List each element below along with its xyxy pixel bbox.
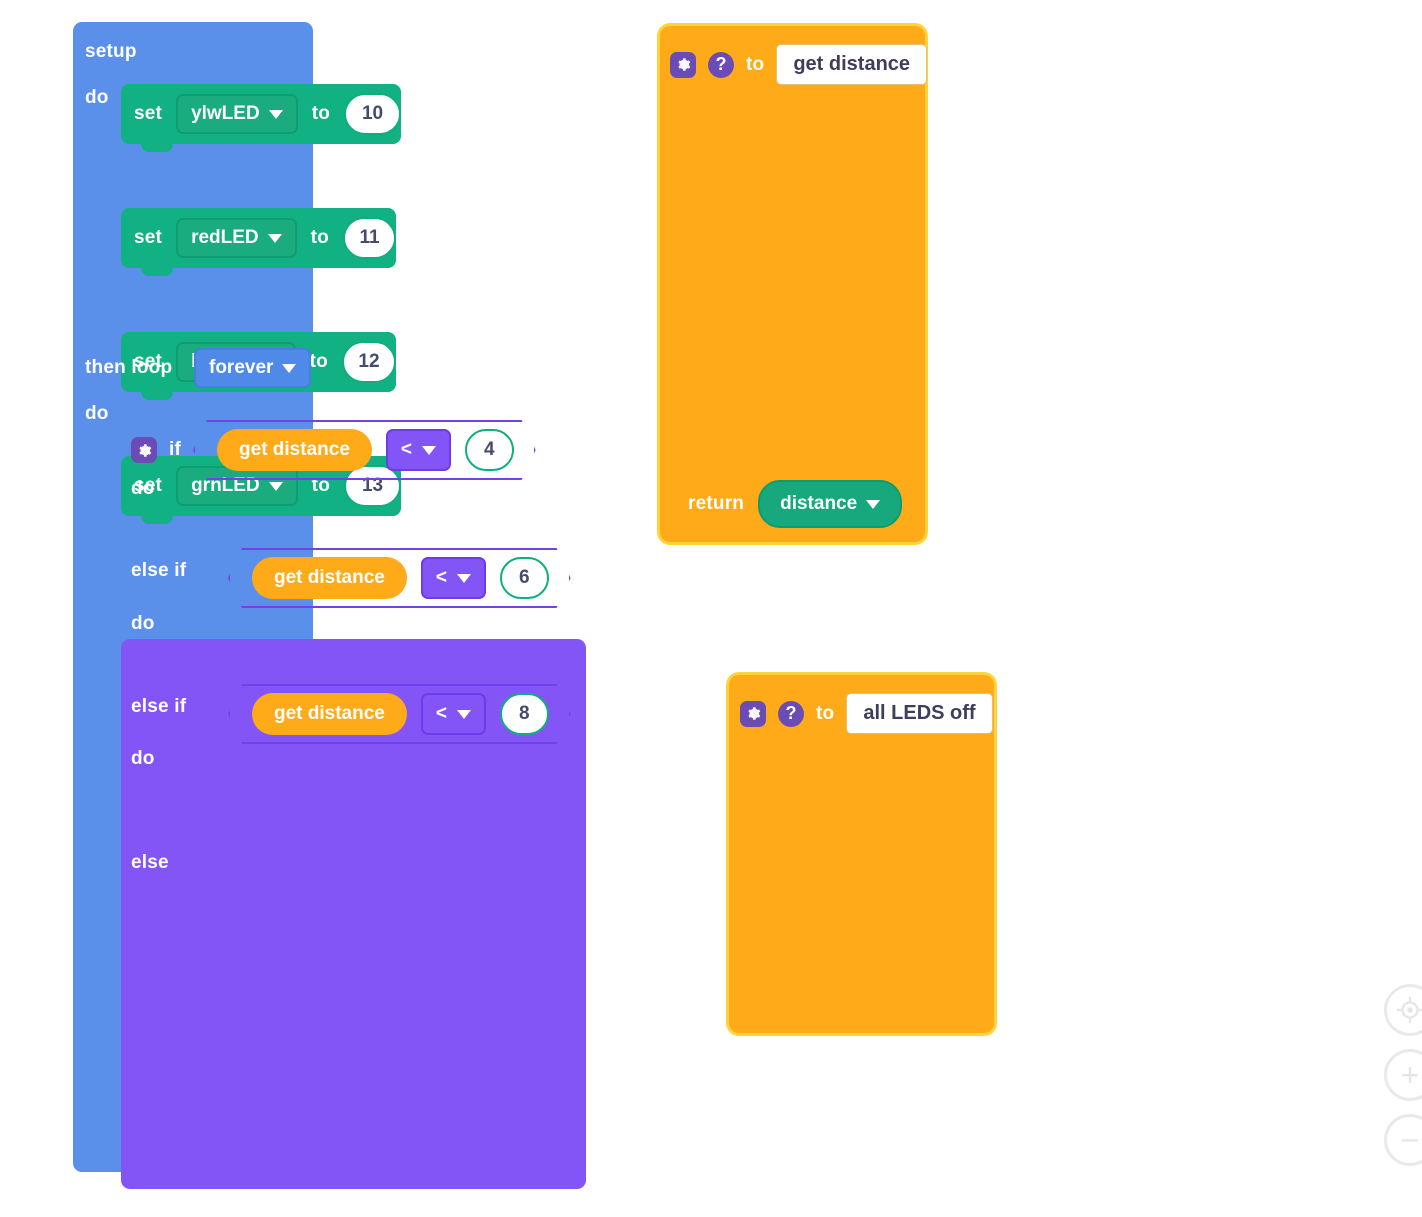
set-variable-row[interactable]: set redLED to 11 xyxy=(121,208,396,276)
threshold-number-field[interactable]: 8 xyxy=(500,693,549,735)
operator-symbol: < xyxy=(435,567,447,588)
gear-icon[interactable] xyxy=(670,51,696,78)
condition-slot[interactable]: get distance < 4 xyxy=(193,420,536,480)
setup-title: setup xyxy=(85,41,137,62)
call-get-distance[interactable]: get distance xyxy=(217,429,372,471)
set-label: set xyxy=(134,103,163,124)
gear-icon[interactable] xyxy=(740,700,766,727)
question-mark-icon[interactable]: ? xyxy=(778,700,804,727)
variable-name: ylwLED xyxy=(191,103,260,124)
else-if-condition-row[interactable]: get distance < 8 xyxy=(228,684,571,744)
variable-name: distance xyxy=(780,493,858,514)
question-mark-icon[interactable]: ? xyxy=(708,51,734,78)
setup-do-label: do xyxy=(85,87,109,108)
variable-name: redLED xyxy=(191,227,259,248)
to-label: to xyxy=(816,702,835,724)
gear-icon[interactable] xyxy=(131,437,157,463)
number-field[interactable]: 11 xyxy=(342,217,396,259)
chevron-down-icon xyxy=(282,363,297,373)
branch-do-label: do xyxy=(131,748,155,769)
else-if-condition-row[interactable]: get distance < 6 xyxy=(228,548,571,608)
set-label: set xyxy=(134,227,163,248)
chevron-down-icon xyxy=(422,446,436,455)
to-label: to xyxy=(309,351,328,372)
else-if-label: else if xyxy=(131,696,187,717)
zoom-out-button[interactable]: − xyxy=(1384,1114,1422,1166)
return-row[interactable]: return distance xyxy=(688,480,903,528)
comparison-operator-dropdown[interactable]: < xyxy=(386,429,451,471)
condition-slot[interactable]: get distance < 8 xyxy=(228,684,571,744)
set-variable-row[interactable]: set ylwLED to 10 xyxy=(121,84,401,152)
chevron-down-icon xyxy=(866,499,881,509)
function-name-field[interactable]: get distance xyxy=(776,44,928,85)
threshold-number-field[interactable]: 4 xyxy=(465,429,514,471)
operator-symbol: < xyxy=(435,703,447,724)
function-name-field[interactable]: all LEDS off xyxy=(846,693,993,734)
zoom-out-label: − xyxy=(1400,1122,1420,1158)
function-definition-get-distance[interactable] xyxy=(660,26,925,542)
loop-do-label: do xyxy=(85,403,109,424)
chevron-down-icon xyxy=(268,109,283,119)
chevron-down-icon xyxy=(457,710,471,719)
comparison-operator-dropdown[interactable]: < xyxy=(421,557,486,599)
if-label: if xyxy=(169,439,182,460)
chevron-down-icon xyxy=(267,233,282,243)
if-condition-row[interactable]: if get distance < 4 xyxy=(131,420,536,480)
loop-mode-value: forever xyxy=(209,357,274,378)
branch-do-label: do xyxy=(131,478,155,499)
number-field[interactable]: 12 xyxy=(341,341,396,383)
variable-dropdown[interactable]: ylwLED xyxy=(176,94,298,134)
zoom-in-button[interactable]: + xyxy=(1384,1049,1422,1101)
else-if-label: else if xyxy=(131,560,187,581)
call-get-distance[interactable]: get distance xyxy=(252,693,407,735)
number-field[interactable]: 10 xyxy=(344,93,401,135)
zoom-in-label: + xyxy=(1400,1057,1420,1093)
else-label: else xyxy=(131,852,169,873)
condition-slot[interactable]: get distance < 6 xyxy=(228,548,571,608)
function-header-get-distance[interactable]: ? to get distance xyxy=(670,44,928,85)
loop-mode-dropdown[interactable]: forever xyxy=(194,348,312,388)
blockly-workspace[interactable]: setup do set ylwLED to 10 set redLED to … xyxy=(0,0,1422,1217)
variable-dropdown[interactable]: redLED xyxy=(176,218,297,258)
function-header-all-leds-off[interactable]: ? to all LEDS off xyxy=(740,693,993,734)
chevron-down-icon xyxy=(457,574,471,583)
to-label: to xyxy=(310,227,329,248)
to-label: to xyxy=(311,103,331,124)
zoom-center-button[interactable] xyxy=(1384,984,1422,1036)
threshold-number-field[interactable]: 6 xyxy=(500,557,549,599)
variable-reporter[interactable]: distance xyxy=(758,480,903,528)
call-get-distance[interactable]: get distance xyxy=(252,557,407,599)
comparison-operator-dropdown[interactable]: < xyxy=(421,693,486,735)
to-label: to xyxy=(746,53,765,75)
chevron-down-icon xyxy=(268,481,283,491)
then-loop-label: then loop xyxy=(85,357,173,378)
return-label: return xyxy=(688,493,745,514)
branch-do-label: do xyxy=(131,613,155,634)
operator-symbol: < xyxy=(400,439,412,460)
